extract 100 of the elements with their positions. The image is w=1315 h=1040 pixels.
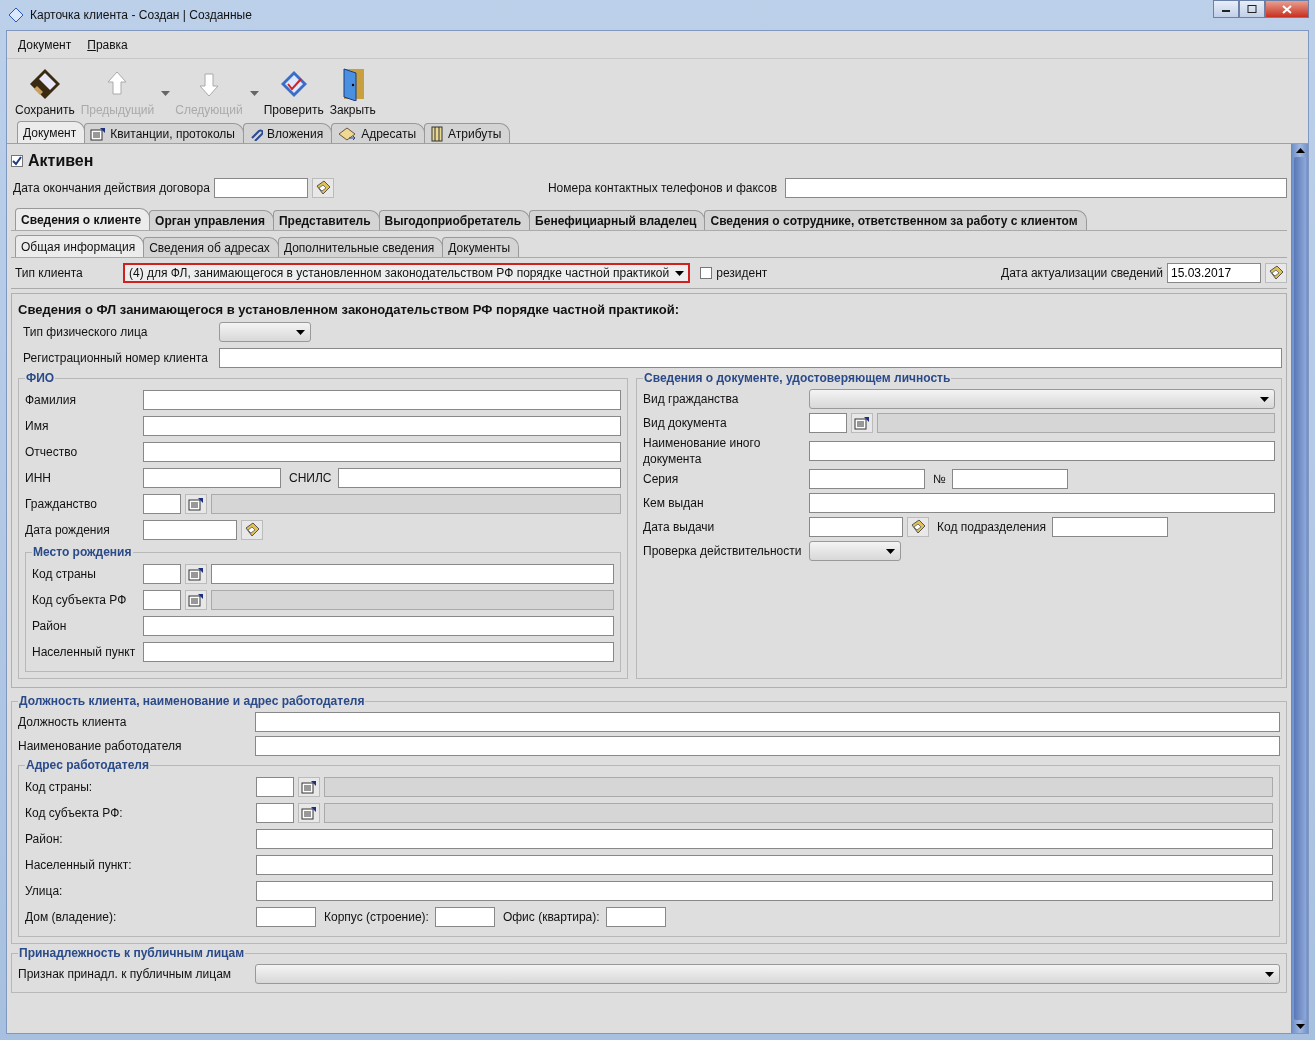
- calendar-button[interactable]: [907, 517, 929, 537]
- toolbar-button[interactable]: Проверить: [260, 65, 327, 117]
- group-title: Место рождения: [32, 545, 133, 559]
- text-field[interactable]: [337, 468, 621, 488]
- list-icon: [301, 780, 317, 794]
- field-label: Код подразделения: [937, 520, 1046, 534]
- code-field[interactable]: [256, 803, 294, 823]
- tab[interactable]: Сведения об адресах: [143, 237, 279, 257]
- menu-item[interactable]: Правка: [87, 37, 128, 52]
- text-field[interactable]: [255, 736, 1280, 756]
- calendar-button[interactable]: [241, 520, 263, 540]
- caret-icon: [886, 548, 895, 554]
- lookup-button[interactable]: [185, 494, 207, 514]
- tab[interactable]: Квитанции, протоколы: [84, 123, 244, 143]
- text-field[interactable]: [951, 469, 1068, 489]
- text-field[interactable]: [255, 712, 1280, 732]
- tab[interactable]: Сведения о клиенте: [15, 208, 151, 230]
- name-field[interactable]: [324, 777, 1273, 797]
- name-field[interactable]: [324, 803, 1273, 823]
- close-button[interactable]: [1265, 0, 1309, 18]
- caret-icon: [296, 329, 305, 335]
- tab[interactable]: Представитель: [272, 210, 380, 230]
- text-field[interactable]: [785, 178, 1287, 198]
- text-field[interactable]: [143, 416, 621, 436]
- text-field[interactable]: [143, 442, 621, 462]
- tab[interactable]: Орган управления: [149, 210, 274, 230]
- field-label: Вид гражданства: [643, 391, 740, 407]
- scroll-thumb[interactable]: [1294, 157, 1306, 1020]
- name-field[interactable]: [211, 564, 614, 584]
- date-field[interactable]: 15.03.2017: [1167, 263, 1261, 283]
- dropdown[interactable]: [255, 964, 1280, 984]
- name-field[interactable]: [877, 413, 1275, 433]
- text-field[interactable]: [256, 829, 1273, 849]
- toolbar-button[interactable]: Закрыть: [326, 65, 379, 117]
- dropdown[interactable]: [809, 541, 901, 561]
- name-field[interactable]: [211, 590, 614, 610]
- field-label: Дом (владение):: [25, 910, 118, 924]
- date-field[interactable]: [213, 178, 308, 198]
- lookup-button[interactable]: [185, 564, 207, 584]
- field-label: Номера контактных телефонов и факсов: [547, 181, 778, 195]
- code-field[interactable]: [143, 494, 181, 514]
- text-field[interactable]: [256, 881, 1273, 901]
- lookup-button[interactable]: [298, 803, 320, 823]
- tab[interactable]: Дополнительные сведения: [277, 237, 444, 257]
- tab[interactable]: Атрибуты: [424, 123, 511, 143]
- tab[interactable]: Выгодоприобретатель: [378, 210, 531, 230]
- date-field[interactable]: [809, 517, 903, 537]
- field-label: Наименование иного документа: [643, 435, 762, 467]
- text-field[interactable]: [143, 642, 614, 662]
- text-field[interactable]: [809, 469, 925, 489]
- tab[interactable]: Общая информация: [15, 235, 145, 257]
- tab[interactable]: Сведения о сотруднике, ответственном за работу с клиентом: [704, 210, 1087, 230]
- client-type-dropdown[interactable]: (4) для ФЛ, занимающегося в установленном законодательством РФ порядке частной практикой: [123, 263, 691, 283]
- code-field[interactable]: [809, 413, 847, 433]
- code-field[interactable]: [256, 777, 294, 797]
- text-field[interactable]: [143, 390, 621, 410]
- tab[interactable]: Бенефициарный владелец: [529, 210, 706, 230]
- name-field[interactable]: [211, 494, 621, 514]
- minimize-button[interactable]: [1213, 0, 1239, 18]
- lookup-button[interactable]: [851, 413, 873, 433]
- lookup-button[interactable]: [185, 590, 207, 610]
- tab[interactable]: Вложения: [242, 123, 333, 143]
- code-field[interactable]: [143, 564, 181, 584]
- lookup-button[interactable]: [298, 777, 320, 797]
- checkbox[interactable]: [11, 155, 23, 167]
- dropdown[interactable]: [219, 322, 311, 342]
- text-field[interactable]: [809, 441, 1275, 461]
- list-icon: [188, 567, 204, 581]
- tab[interactable]: Адресаты: [331, 123, 426, 143]
- field-label: Код страны: [32, 567, 97, 581]
- field-label: Код субъекта РФ:: [25, 806, 124, 820]
- field-label: Корпус (строение):: [324, 910, 429, 924]
- text-field[interactable]: [143, 468, 281, 488]
- maximize-button[interactable]: [1239, 0, 1265, 18]
- calendar-button[interactable]: [311, 178, 334, 198]
- text-field[interactable]: [256, 907, 316, 927]
- field-label: Код субъекта РФ: [32, 593, 128, 607]
- text-field[interactable]: [1051, 517, 1168, 537]
- checkbox[interactable]: [700, 267, 713, 279]
- text-field[interactable]: [434, 907, 495, 927]
- field-label: Дата рождения: [25, 523, 111, 537]
- tab[interactable]: Документ: [17, 121, 86, 143]
- window-title: Карточка клиента - Создан | Созданные: [30, 8, 252, 22]
- text-field[interactable]: [809, 493, 1275, 513]
- code-field[interactable]: [143, 590, 181, 610]
- toolbar-button[interactable]: Сохранить: [12, 65, 78, 117]
- field-label: Проверка действительности: [643, 543, 803, 559]
- tab[interactable]: Документы: [442, 237, 520, 257]
- text-field[interactable]: [256, 855, 1273, 875]
- field-label: Офис (квартира):: [502, 910, 600, 924]
- date-field[interactable]: [143, 520, 237, 540]
- scrollbar[interactable]: [1291, 144, 1308, 1033]
- text-field[interactable]: [219, 348, 1282, 368]
- text-field[interactable]: [605, 907, 666, 927]
- section-heading: Сведения о ФЛ занимающегося в установленном законодательством РФ порядке частной практикой:: [18, 301, 680, 319]
- menu-item[interactable]: Документ: [18, 37, 72, 52]
- field-label: Отчество: [25, 445, 79, 459]
- text-field[interactable]: [143, 616, 614, 636]
- field-label: Признак принадл. к публичным лицам: [18, 967, 233, 981]
- calendar-button[interactable]: [1265, 263, 1287, 283]
